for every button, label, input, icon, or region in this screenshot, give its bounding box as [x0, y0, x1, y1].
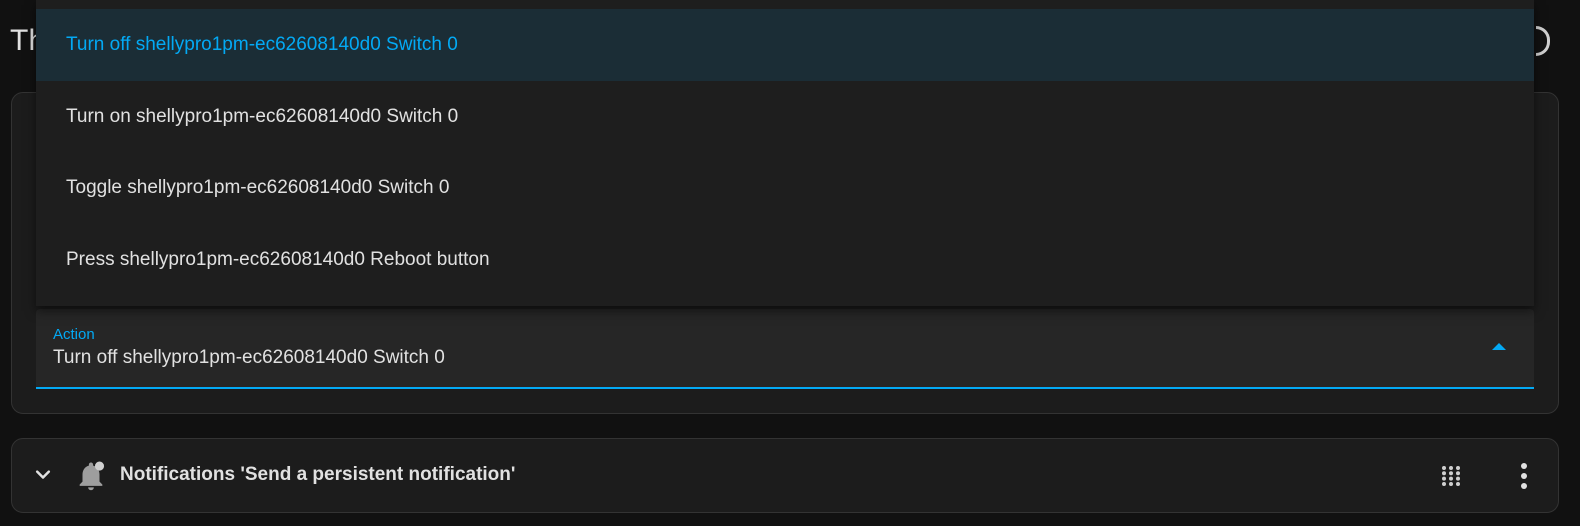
menu-item-toggle[interactable]: Toggle shellypro1pm-ec62608140d0 Switch … [36, 152, 1534, 224]
menu-item-reboot[interactable]: Press shellypro1pm-ec62608140d0 Reboot b… [36, 224, 1534, 296]
header-icon-fragment [1536, 26, 1550, 56]
action-select[interactable]: Action Turn off shellypro1pm-ec62608140d… [36, 309, 1534, 389]
menu-item-turn-on[interactable]: Turn on shellypro1pm-ec62608140d0 Switch… [36, 81, 1534, 153]
chevron-down-icon[interactable] [33, 465, 53, 485]
notification-action-title: Notifications 'Send a persistent notific… [120, 464, 516, 485]
arrow-up-icon[interactable] [1492, 343, 1506, 350]
action-dropdown-menu: Turn off shellypro1pm-ec62608140d0 Switc… [36, 0, 1534, 306]
action-select-value: Turn off shellypro1pm-ec62608140d0 Switc… [53, 347, 445, 368]
bell-badge-icon [79, 461, 105, 491]
notification-action-card[interactable]: Notifications 'Send a persistent notific… [11, 438, 1559, 513]
menu-item-turn-off[interactable]: Turn off shellypro1pm-ec62608140d0 Switc… [36, 9, 1534, 81]
action-select-label: Action [53, 326, 95, 343]
automation-editor: Th Action Turn off shellypro1pm-ec626081… [0, 0, 1580, 526]
dots-vertical-icon[interactable] [1514, 461, 1534, 491]
drag-handle-icon[interactable] [1440, 464, 1462, 488]
